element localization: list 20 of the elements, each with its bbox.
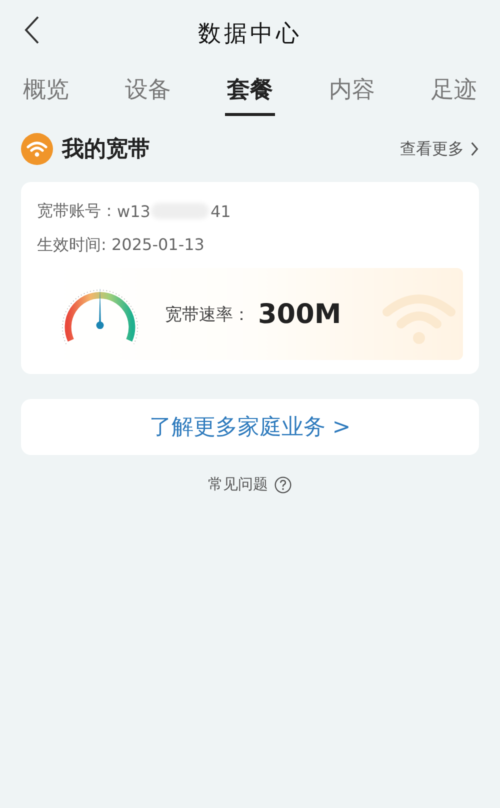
speed-value: 300M	[258, 298, 342, 330]
section-title: 我的宽带	[62, 136, 150, 164]
effective-date: 生效时间: 2025-01-13	[37, 234, 206, 256]
tab[interactable]: 内容	[327, 70, 377, 116]
more-services-button[interactable]: 了解更多家庭业务 >	[21, 399, 479, 455]
account-number: w13	[117, 202, 150, 220]
tab[interactable]: 足迹	[429, 70, 479, 116]
view-more-link[interactable]: 查看更多	[400, 138, 479, 160]
faq-link[interactable]: 常见问题	[208, 475, 268, 494]
back-button[interactable]	[23, 14, 41, 46]
account-number: 41	[210, 202, 231, 220]
tab[interactable]: 套餐	[225, 70, 275, 116]
wifi-icon	[21, 133, 53, 165]
chevron-right-icon	[470, 141, 479, 157]
account-label: 宽带账号：	[37, 200, 117, 222]
tab[interactable]: 概览	[21, 70, 71, 116]
speed-label: 宽带速率：	[165, 304, 250, 326]
page-title: 数据中心	[198, 20, 302, 48]
help-icon	[274, 476, 292, 494]
tab[interactable]: 设备	[123, 70, 173, 116]
